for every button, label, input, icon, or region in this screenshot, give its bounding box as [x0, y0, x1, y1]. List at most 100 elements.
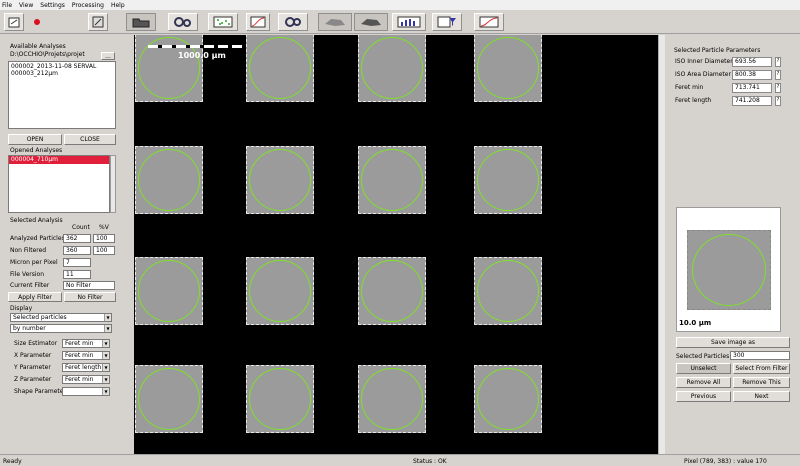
display-selected-dropdown[interactable]: Selected particles ▼ — [10, 313, 112, 322]
y-parameter-dropdown[interactable]: Feret length ▼ — [62, 363, 110, 372]
settings-icon[interactable] — [278, 13, 308, 31]
open-project-icon[interactable] — [4, 13, 24, 31]
chevron-down-icon: ▼ — [104, 314, 111, 321]
x-parameter-label: X Parameter — [14, 352, 52, 359]
curve-chart-icon[interactable] — [474, 13, 504, 31]
help-button[interactable]: ? — [775, 83, 781, 93]
save-icon[interactable] — [88, 13, 108, 31]
file-version-label: File Version — [10, 271, 45, 278]
particle-image-viewer[interactable]: 1000.0 µm — [134, 35, 658, 454]
shape-parameter-dropdown[interactable]: ▼ — [62, 387, 110, 396]
next-button[interactable]: Next — [733, 391, 790, 402]
y-parameter-label: Y Parameter — [14, 364, 51, 371]
previous-button[interactable]: Previous — [676, 391, 731, 402]
particle-tile[interactable] — [135, 146, 203, 214]
status-bar: Ready Status : OK Pixel (789, 383) : val… — [0, 454, 800, 466]
help-button[interactable]: ? — [775, 70, 781, 80]
z-parameter-dropdown[interactable]: Feret min ▼ — [62, 375, 110, 384]
particle-tile[interactable] — [474, 35, 542, 102]
particle-contour — [138, 149, 200, 211]
open-folder-icon[interactable] — [126, 13, 156, 31]
micron-label: Micron per Pixel — [10, 259, 58, 266]
remove-this-button[interactable]: Remove This — [733, 377, 790, 388]
feret-min-label: Feret min — [675, 84, 704, 91]
opened-analyses-list[interactable]: 000004_710µm — [8, 155, 110, 213]
opened-analysis-item[interactable]: 000004_710µm — [9, 156, 109, 164]
remove-all-button[interactable]: Remove All — [676, 377, 731, 388]
particle-tile[interactable] — [246, 146, 314, 214]
shape-parameter-label: Shape Parameter — [14, 388, 66, 395]
selected-analysis-title: Selected Analysis — [10, 217, 63, 224]
save-image-button[interactable]: Save image as — [676, 337, 790, 348]
particle-contour — [138, 368, 200, 430]
scale-bar — [148, 45, 244, 48]
particle-contour — [477, 37, 539, 99]
particle-tile[interactable] — [135, 365, 203, 433]
curve-plot-icon[interactable] — [246, 13, 270, 31]
particle-tile[interactable] — [246, 35, 314, 102]
size-estimator-dropdown[interactable]: Feret min ▼ — [62, 339, 110, 348]
list-item[interactable]: 000002_2013-11-08 SERVAL — [11, 63, 115, 70]
particle-tile[interactable] — [358, 146, 426, 214]
pixel-readout: Pixel (789, 383) : value 170 — [684, 458, 767, 465]
filter-chart-icon[interactable] — [432, 13, 462, 31]
help-button[interactable]: ? — [775, 57, 781, 67]
particle-contour — [249, 149, 311, 211]
display-title: Display — [10, 305, 33, 312]
list-item[interactable]: 000003_212µm — [11, 70, 115, 77]
open-button[interactable]: OPEN — [8, 134, 62, 145]
record-icon[interactable] — [34, 19, 40, 25]
particle-contour — [249, 37, 311, 99]
count-header: Count — [72, 224, 90, 231]
particle-tile[interactable] — [358, 35, 426, 102]
menu-help[interactable]: Help — [111, 2, 125, 9]
viewer-scrollbar[interactable] — [658, 35, 665, 454]
no-filter-button[interactable]: No Filter — [64, 292, 116, 302]
particle-tile[interactable] — [474, 146, 542, 214]
available-analyses-list[interactable]: 000002_2013-11-08 SERVAL 000003_212µm — [8, 61, 116, 129]
browse-button[interactable]: ... — [101, 52, 115, 60]
right-panel: Selected Particle Parameters ISO Inner D… — [668, 35, 800, 454]
scatter-plot-icon[interactable] — [208, 13, 238, 31]
particle-tile[interactable] — [135, 257, 203, 325]
particle-tile[interactable] — [474, 365, 542, 433]
opened-list-scrollbar[interactable] — [110, 155, 116, 213]
menu-processing[interactable]: Processing — [72, 2, 104, 9]
param-row: Feret length 741.208 ? — [675, 96, 791, 106]
hand-rock-icon[interactable] — [354, 13, 388, 31]
particle-tile[interactable] — [358, 365, 426, 433]
help-button[interactable]: ? — [775, 96, 781, 106]
selected-particle-params-title: Selected Particle Parameters — [674, 47, 761, 54]
gears-icon[interactable] — [168, 13, 198, 31]
param-row: ISO Inner Diameter 693.56 ? — [675, 57, 791, 67]
histogram-icon[interactable] — [392, 13, 426, 31]
non-filtered-pct: 100 — [93, 246, 115, 255]
x-parameter-dropdown[interactable]: Feret min ▼ — [62, 351, 110, 360]
non-filtered-count: 360 — [63, 246, 91, 255]
menu-settings[interactable]: Settings — [40, 2, 65, 9]
particle-tile[interactable] — [358, 257, 426, 325]
close-button[interactable]: CLOSE — [64, 134, 116, 145]
pct-header: %V — [99, 224, 109, 231]
display-by-dropdown[interactable]: by number ▼ — [10, 324, 112, 333]
chevron-down-icon: ▼ — [102, 340, 109, 347]
particle-contour — [477, 260, 539, 322]
menu-file[interactable]: File — [2, 2, 12, 9]
particle-contour — [692, 234, 766, 306]
menu-view[interactable]: View — [19, 2, 33, 9]
particle-tile[interactable] — [474, 257, 542, 325]
micron-value: 7 — [63, 258, 91, 267]
rock-icon[interactable] — [318, 13, 352, 31]
left-panel: Available Analyses D:\OCCHIO\Projets\pro… — [0, 35, 122, 454]
particle-tile[interactable] — [246, 257, 314, 325]
unselect-button[interactable]: Unselect — [676, 363, 731, 374]
param-row: Feret min 713.741 ? — [675, 83, 791, 93]
particle-contour — [477, 368, 539, 430]
chevron-down-icon: ▼ — [104, 325, 111, 332]
apply-filter-button[interactable]: Apply Filter — [8, 292, 62, 302]
thumbnail-scale-label: 10.0 µm — [679, 319, 712, 327]
particle-contour — [249, 368, 311, 430]
select-from-filter-button[interactable]: Select From Filter — [733, 363, 790, 374]
particle-tile[interactable] — [246, 365, 314, 433]
file-version-value: 11 — [63, 270, 91, 279]
